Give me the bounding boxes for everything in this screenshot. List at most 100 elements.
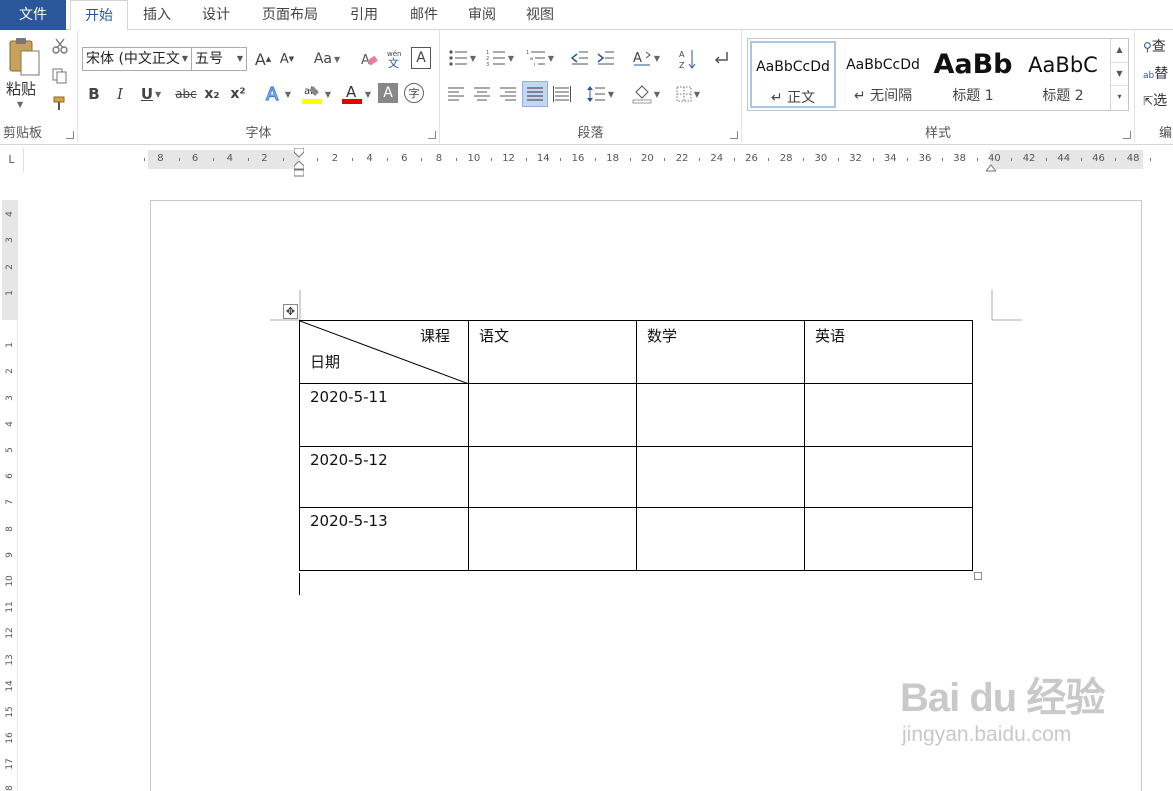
align-right-icon[interactable] (496, 82, 520, 106)
ruler-tick (560, 158, 562, 161)
chevron-down-icon[interactable]: ▼ (1111, 63, 1128, 87)
justify-icon[interactable] (522, 81, 548, 107)
gallery-more-icon[interactable]: ▾ (1111, 86, 1128, 110)
text-effects-button[interactable]: A ▼ (262, 82, 294, 106)
bullets-button[interactable]: ▼ (444, 46, 480, 70)
table-cell[interactable] (636, 507, 805, 571)
table-cell[interactable] (468, 383, 637, 447)
chinese-layout-button[interactable]: A ▼ (628, 46, 664, 70)
copy-icon[interactable] (50, 66, 70, 86)
underline-button[interactable]: U ▼ (136, 82, 166, 106)
paragraph-launcher-icon[interactable] (730, 131, 738, 139)
borders-button[interactable]: ▼ (670, 82, 706, 106)
multilevel-list-button[interactable]: 1 a i ▼ (522, 46, 558, 70)
ruler-number: 13 (5, 653, 15, 666)
gallery-scroll[interactable]: ▲ ▼ ▾ (1110, 39, 1128, 110)
change-case-button[interactable]: Aa ▼ (309, 47, 345, 71)
grow-font-button[interactable]: A ▲ (253, 47, 273, 71)
text-cursor (299, 573, 300, 595)
character-border-icon[interactable]: A (411, 47, 431, 69)
replace-button[interactable]: ab替 (1143, 63, 1168, 83)
tab-file[interactable]: 文件 (0, 0, 66, 30)
diagonal-header-cell[interactable]: 课程 日期 (299, 320, 469, 384)
italic-button[interactable]: I (110, 82, 130, 106)
watermark-logo: Bai du 经验 (900, 676, 1105, 720)
table-cell-date[interactable]: 2020-5-11 (299, 383, 469, 447)
table-header-cell[interactable]: 语文 (468, 320, 637, 384)
select-button[interactable]: ⇱选 (1143, 90, 1167, 110)
table-cell[interactable] (804, 446, 973, 508)
table-cell[interactable] (804, 507, 973, 571)
align-center-icon[interactable] (470, 82, 494, 106)
tab-design[interactable]: 设计 (188, 0, 244, 30)
decrease-indent-icon[interactable] (568, 46, 592, 70)
align-left-icon[interactable] (444, 82, 468, 106)
paste-icon[interactable] (4, 36, 44, 82)
ruler-number: 4 (226, 153, 233, 164)
table-move-handle[interactable]: ✥ (283, 304, 298, 319)
table-cell[interactable] (804, 383, 973, 447)
right-indent-marker[interactable] (984, 161, 998, 172)
phonetic-guide-icon[interactable]: wén 文 (384, 47, 406, 71)
editing-label: 编 (1159, 126, 1173, 141)
tab-view[interactable]: 视图 (512, 0, 568, 30)
strikethrough-button[interactable]: abc (173, 82, 199, 106)
character-shading-icon[interactable]: A (378, 83, 398, 103)
table-cell[interactable] (468, 507, 637, 571)
format-painter-icon[interactable] (50, 93, 70, 113)
line-spacing-button[interactable]: ▼ (582, 82, 618, 106)
show-marks-icon[interactable] (710, 46, 732, 70)
horizontal-ruler[interactable]: 8 6 4 2 2 4 6 8 10 12 14 16 18 20 22 24 26 28 30 32 34 36 38 40… (143, 147, 1152, 177)
table-cell[interactable] (636, 383, 805, 447)
ruler-number: 20 (641, 153, 654, 164)
table-cell[interactable] (468, 446, 637, 508)
sort-icon[interactable]: AZ (676, 46, 698, 72)
paste-button[interactable]: 粘贴 (6, 78, 36, 99)
font-launcher-icon[interactable] (428, 131, 436, 139)
subscript-button[interactable]: x₂ (202, 82, 222, 106)
table-cell-date[interactable]: 2020-5-12 (299, 446, 469, 508)
style-no-spacing[interactable]: AaBbCcDd ↵ 无间隔 (840, 41, 926, 108)
table-cell[interactable] (636, 446, 805, 508)
clipboard-launcher-icon[interactable] (66, 131, 74, 139)
vertical-ruler[interactable]: 4 3 2 1 1 2 3 4 5 6 7 8 9 10 11 12 13 14 15 16 17 18 (0, 200, 18, 791)
find-label: 查 (1151, 39, 1166, 55)
tab-references[interactable]: 引用 (336, 0, 392, 30)
shading-button[interactable]: ▼ (628, 82, 664, 106)
bold-button[interactable]: B (84, 82, 104, 106)
paste-dropdown-icon[interactable]: ▼ (17, 100, 23, 109)
style-heading-2[interactable]: AaBbC 标题 2 (1020, 41, 1106, 108)
replace-icon: ab (1143, 71, 1155, 81)
style-heading-1[interactable]: AaBb 标题 1 (930, 41, 1016, 108)
left-indent-marker[interactable] (293, 160, 305, 177)
tab-layout[interactable]: 页面布局 (248, 0, 332, 30)
cut-icon[interactable] (50, 36, 70, 56)
table-cell-date[interactable]: 2020-5-13 (299, 507, 469, 571)
tab-home[interactable]: 开始 (70, 0, 128, 31)
table-header-cell[interactable]: 英语 (804, 320, 973, 384)
numbering-button[interactable]: 1 2 3 ▼ (482, 46, 518, 70)
distributed-icon[interactable] (550, 82, 574, 106)
superscript-button[interactable]: x² (228, 82, 248, 106)
table-resize-handle[interactable] (974, 572, 982, 580)
schedule-table[interactable]: 课程 日期 语文 数学 英语 2020-5-11 2020-5-12 2020-… (299, 320, 973, 571)
font-color-button[interactable]: A ▼ (338, 80, 374, 108)
font-size-select[interactable]: 五号 ▼ (191, 47, 247, 71)
font-family-select[interactable]: 宋体 (中文正文 ▼ (82, 47, 192, 71)
enclose-characters-icon[interactable]: 字 (404, 83, 424, 103)
tab-mailings[interactable]: 邮件 (396, 0, 452, 30)
tab-review[interactable]: 审阅 (454, 0, 510, 30)
tab-insert[interactable]: 插入 (130, 0, 184, 30)
increase-indent-icon[interactable] (594, 46, 618, 70)
chevron-up-icon[interactable]: ▲ (1111, 39, 1128, 63)
menu-bar: 文件 开始 插入 设计 页面布局 引用 邮件 审阅 视图 (0, 0, 1173, 31)
style-normal[interactable]: AaBbCcDd ↵ 正文 (750, 41, 836, 108)
clear-format-icon[interactable]: A (358, 47, 380, 71)
first-line-indent-marker[interactable] (293, 147, 305, 158)
tab-stop-selector[interactable]: L (0, 148, 24, 172)
highlight-button[interactable]: ab ▼ (298, 80, 334, 108)
find-button[interactable]: ⚲查 (1143, 36, 1166, 56)
table-header-cell[interactable]: 数学 (636, 320, 805, 384)
shrink-font-button[interactable]: A ▼ (277, 47, 297, 71)
styles-launcher-icon[interactable] (1123, 131, 1131, 139)
